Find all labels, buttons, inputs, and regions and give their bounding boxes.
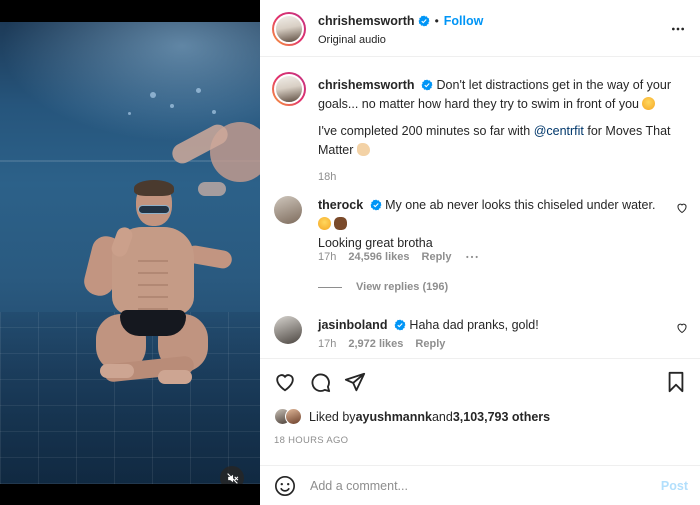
diver-hair <box>134 180 174 196</box>
caption-paragraph: chrishemsworth Don't let distractions ge… <box>318 76 680 114</box>
reply-button[interactable]: Reply <box>415 338 445 350</box>
comment-input[interactable] <box>310 476 640 496</box>
comment-likes[interactable]: 2,972 likes <box>348 338 403 350</box>
caption-timestamp[interactable]: 18h <box>318 168 680 187</box>
comment-timestamp[interactable]: 17h <box>318 338 336 350</box>
commenter-username[interactable]: jasinboland <box>318 318 387 332</box>
laughing-emoji-icon <box>318 217 331 230</box>
swimmer-hand <box>198 182 226 196</box>
share-icon[interactable] <box>344 371 366 393</box>
mute-button[interactable] <box>220 466 244 484</box>
heart-icon[interactable] <box>676 322 688 334</box>
post-header: chrishemsworth • Follow Original audio <box>260 0 700 57</box>
flexed-biceps-emoji-icon <box>356 143 370 156</box>
caption-username[interactable]: chrishemsworth <box>318 78 415 92</box>
comment-meta: 17h 2,972 likes Reply <box>318 338 445 350</box>
verified-icon <box>370 199 382 211</box>
fist-emoji-icon <box>334 217 348 230</box>
separator-dot: • <box>434 14 439 28</box>
view-replies-button[interactable]: View replies (196) <box>318 281 448 293</box>
caption-paragraph-2: I've completed 200 minutes so far with @… <box>318 122 680 160</box>
comment-timestamp[interactable]: 17h <box>318 251 336 263</box>
verified-icon <box>418 15 430 27</box>
likes-prefix: Liked by <box>309 409 356 424</box>
bubble <box>150 92 156 98</box>
bubble <box>196 88 201 93</box>
liker-username[interactable]: ayushmannk <box>356 410 432 424</box>
comment-text: Haha dad pranks, gold! <box>409 318 539 332</box>
heart-icon[interactable] <box>676 202 688 214</box>
author-avatar[interactable] <box>272 12 306 46</box>
audio-label[interactable]: Original audio <box>318 34 386 46</box>
likes-count[interactable]: 3,103,793 others <box>453 410 550 424</box>
comment-likes[interactable]: 24,596 likes <box>348 251 409 263</box>
more-options-icon[interactable] <box>670 21 686 37</box>
post-timestamp[interactable]: 18 HOURS AGO <box>274 435 348 446</box>
reply-divider-line <box>318 286 342 288</box>
more-options-icon[interactable] <box>464 251 480 263</box>
diver-trunks <box>120 310 186 336</box>
liker-avatar[interactable] <box>285 408 302 425</box>
post-media[interactable] <box>0 0 260 505</box>
action-bar <box>260 358 700 404</box>
author-avatar-image <box>274 14 304 44</box>
caption-author-avatar-image <box>274 74 304 104</box>
post-caption: chrishemsworth Don't let distractions ge… <box>318 76 680 187</box>
comment-body: therock My one ab never looks this chise… <box>318 196 658 253</box>
comment-meta: 17h 24,596 likes Reply <box>318 251 480 263</box>
post-detail-panel: chrishemsworth • Follow Original audio c… <box>260 0 700 505</box>
bubble <box>128 112 131 115</box>
author-username[interactable]: chrishemsworth <box>318 14 415 28</box>
video-player[interactable] <box>0 22 260 484</box>
diver-abs <box>138 260 168 310</box>
mention-link[interactable]: @centrfit <box>534 124 584 138</box>
comment-icon[interactable] <box>309 371 331 393</box>
bubble <box>212 110 216 114</box>
caption-text-2: I've completed 200 minutes so far with <box>318 124 534 138</box>
view-replies-label: View replies (196) <box>356 281 449 293</box>
reply-button[interactable]: Reply <box>422 251 452 263</box>
diver-foot <box>158 370 192 384</box>
likes-middle: and <box>431 409 453 424</box>
bubble <box>170 104 174 108</box>
author-line: chrishemsworth • Follow <box>318 14 483 28</box>
diver-goggles <box>138 205 170 214</box>
verified-icon <box>394 319 406 331</box>
verified-icon <box>421 79 433 91</box>
comment-item: therock My one ab never looks this chise… <box>274 196 694 276</box>
commenter-username[interactable]: therock <box>318 198 363 212</box>
save-icon[interactable] <box>666 371 686 393</box>
commenter-avatar[interactable] <box>274 316 302 344</box>
comment-text: My one ab never looks this chiseled unde… <box>385 198 656 212</box>
heart-icon[interactable] <box>274 371 296 393</box>
follow-button[interactable]: Follow <box>444 14 484 28</box>
comment-body: jasinboland Haha dad pranks, gold! <box>318 316 658 335</box>
commenter-avatar[interactable] <box>274 196 302 224</box>
laughing-emoji-icon <box>642 97 656 110</box>
diver-foot <box>100 364 134 378</box>
emoji-icon[interactable] <box>274 475 296 497</box>
add-comment-bar: Post <box>260 465 700 505</box>
muted-icon <box>226 472 238 484</box>
caption-author-avatar[interactable] <box>272 72 306 106</box>
post-comment-button[interactable]: Post <box>661 479 688 493</box>
likes-summary: Liked by ayushmannk and 3,103,793 others <box>274 408 550 425</box>
comment-item: jasinboland Haha dad pranks, gold! 17h 2… <box>274 316 694 356</box>
comment-text-2: Looking great brotha <box>318 236 433 250</box>
